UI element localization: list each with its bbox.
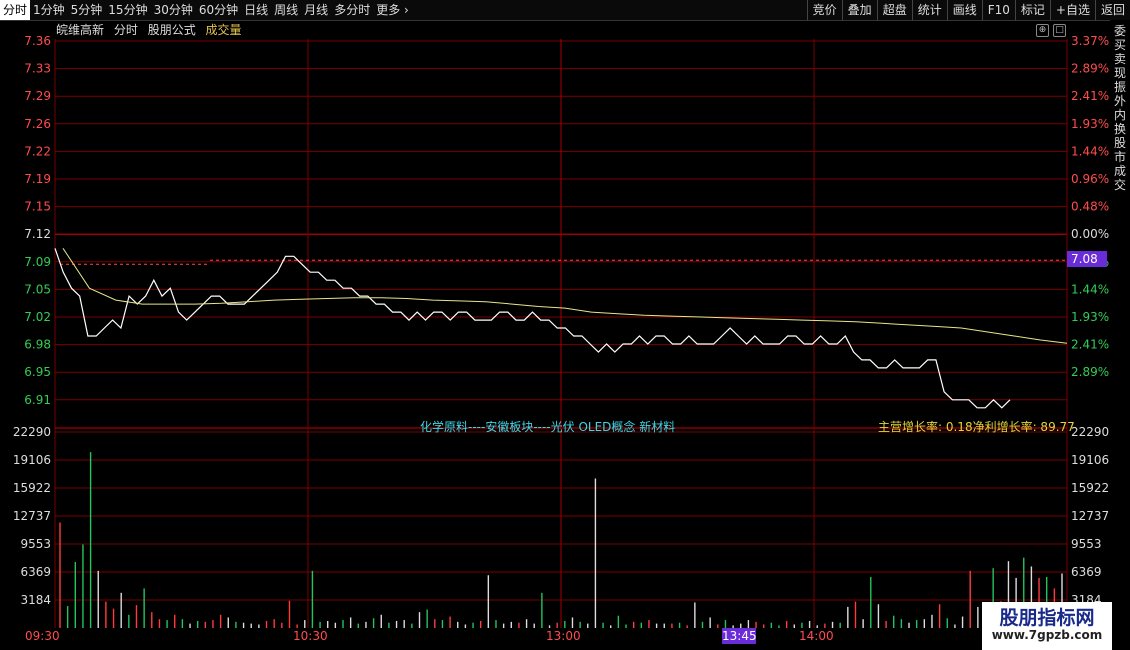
price-tick: 7.12 xyxy=(24,227,51,241)
volume-tick-right: 15922 xyxy=(1071,481,1109,495)
intraday-chart[interactable]: 7.36 7.33 7.29 7.26 7.22 7.19 7.15 7.12 7.09 7.05… xyxy=(0,0,1110,650)
price-tick: 7.36 xyxy=(24,34,51,48)
price-tick: 7.02 xyxy=(24,310,51,324)
pct-tick: 1.44% xyxy=(1071,282,1109,296)
volume-tick-left: 22290 xyxy=(13,425,51,439)
price-tick: 6.95 xyxy=(24,365,51,379)
cursor-time-badge: 13:45 xyxy=(722,628,757,644)
price-tick: 7.05 xyxy=(24,282,51,296)
volume-tick-left: 3184 xyxy=(20,593,51,607)
volume-tick-right: 9553 xyxy=(1071,537,1102,551)
price-tick: 6.98 xyxy=(24,338,51,352)
volume-tick-left: 15922 xyxy=(13,481,51,495)
pct-tick: 3.37% xyxy=(1071,34,1109,48)
price-tick: 7.26 xyxy=(24,117,51,131)
volume-tick-left: 6369 xyxy=(20,565,51,579)
volume-tick-left: 12737 xyxy=(13,509,51,523)
price-tick: 6.91 xyxy=(24,393,51,407)
price-tick: 7.09 xyxy=(24,255,51,269)
volume-tick-right: 19106 xyxy=(1071,453,1109,467)
volume-tick-left: 9553 xyxy=(20,537,51,551)
price-tick: 7.22 xyxy=(24,144,51,158)
pct-tick: 0.00% xyxy=(1071,227,1109,241)
pct-tick: 2.41% xyxy=(1071,338,1109,352)
time-label: 09:30 xyxy=(25,629,60,643)
side-strip-labels: 委买卖现振外内换股市成交 xyxy=(1113,24,1126,192)
time-label: 13:00 xyxy=(546,629,581,643)
finance-annotation: 主营增长率: 0.18净利增长率: 89.77 xyxy=(878,420,1075,434)
price-tick: 7.29 xyxy=(24,89,51,103)
pct-tick: 2.89% xyxy=(1071,62,1109,76)
pct-tick: 2.89% xyxy=(1071,365,1109,379)
price-line xyxy=(54,248,1011,409)
price-tick: 7.15 xyxy=(24,200,51,214)
pct-tick: 0.48% xyxy=(1071,200,1109,214)
watermark-logo: 股朋指标网 www.7gpzb.com xyxy=(982,602,1112,650)
time-label: 10:30 xyxy=(293,629,328,643)
pct-tick: 2.41% xyxy=(1071,89,1109,103)
sector-annotation: 化学原料----安徽板块----光伏 OLED概念 新材料 xyxy=(420,420,676,434)
pct-tick: 1.93% xyxy=(1071,310,1109,324)
quote-side-strip[interactable]: 委买卖现振外内换股市成交 xyxy=(1110,20,1130,620)
volume-tick-right: 22290 xyxy=(1071,425,1109,439)
logo-url: www.7gpzb.com xyxy=(991,628,1103,642)
pct-tick: 1.93% xyxy=(1071,117,1109,131)
volume-tick-right: 12737 xyxy=(1071,509,1109,523)
time-label: 14:00 xyxy=(799,629,834,643)
logo-title: 股朋指标网 xyxy=(999,607,1095,629)
price-tick: 7.19 xyxy=(24,172,51,186)
price-tick: 7.33 xyxy=(24,62,51,76)
volume-tick-right: 6369 xyxy=(1071,565,1102,579)
pct-tick: 0.96% xyxy=(1071,172,1109,186)
current-price-badge: 7.08 xyxy=(1067,251,1107,267)
pct-tick: 1.44% xyxy=(1071,144,1109,158)
volume-tick-left: 19106 xyxy=(13,453,51,467)
